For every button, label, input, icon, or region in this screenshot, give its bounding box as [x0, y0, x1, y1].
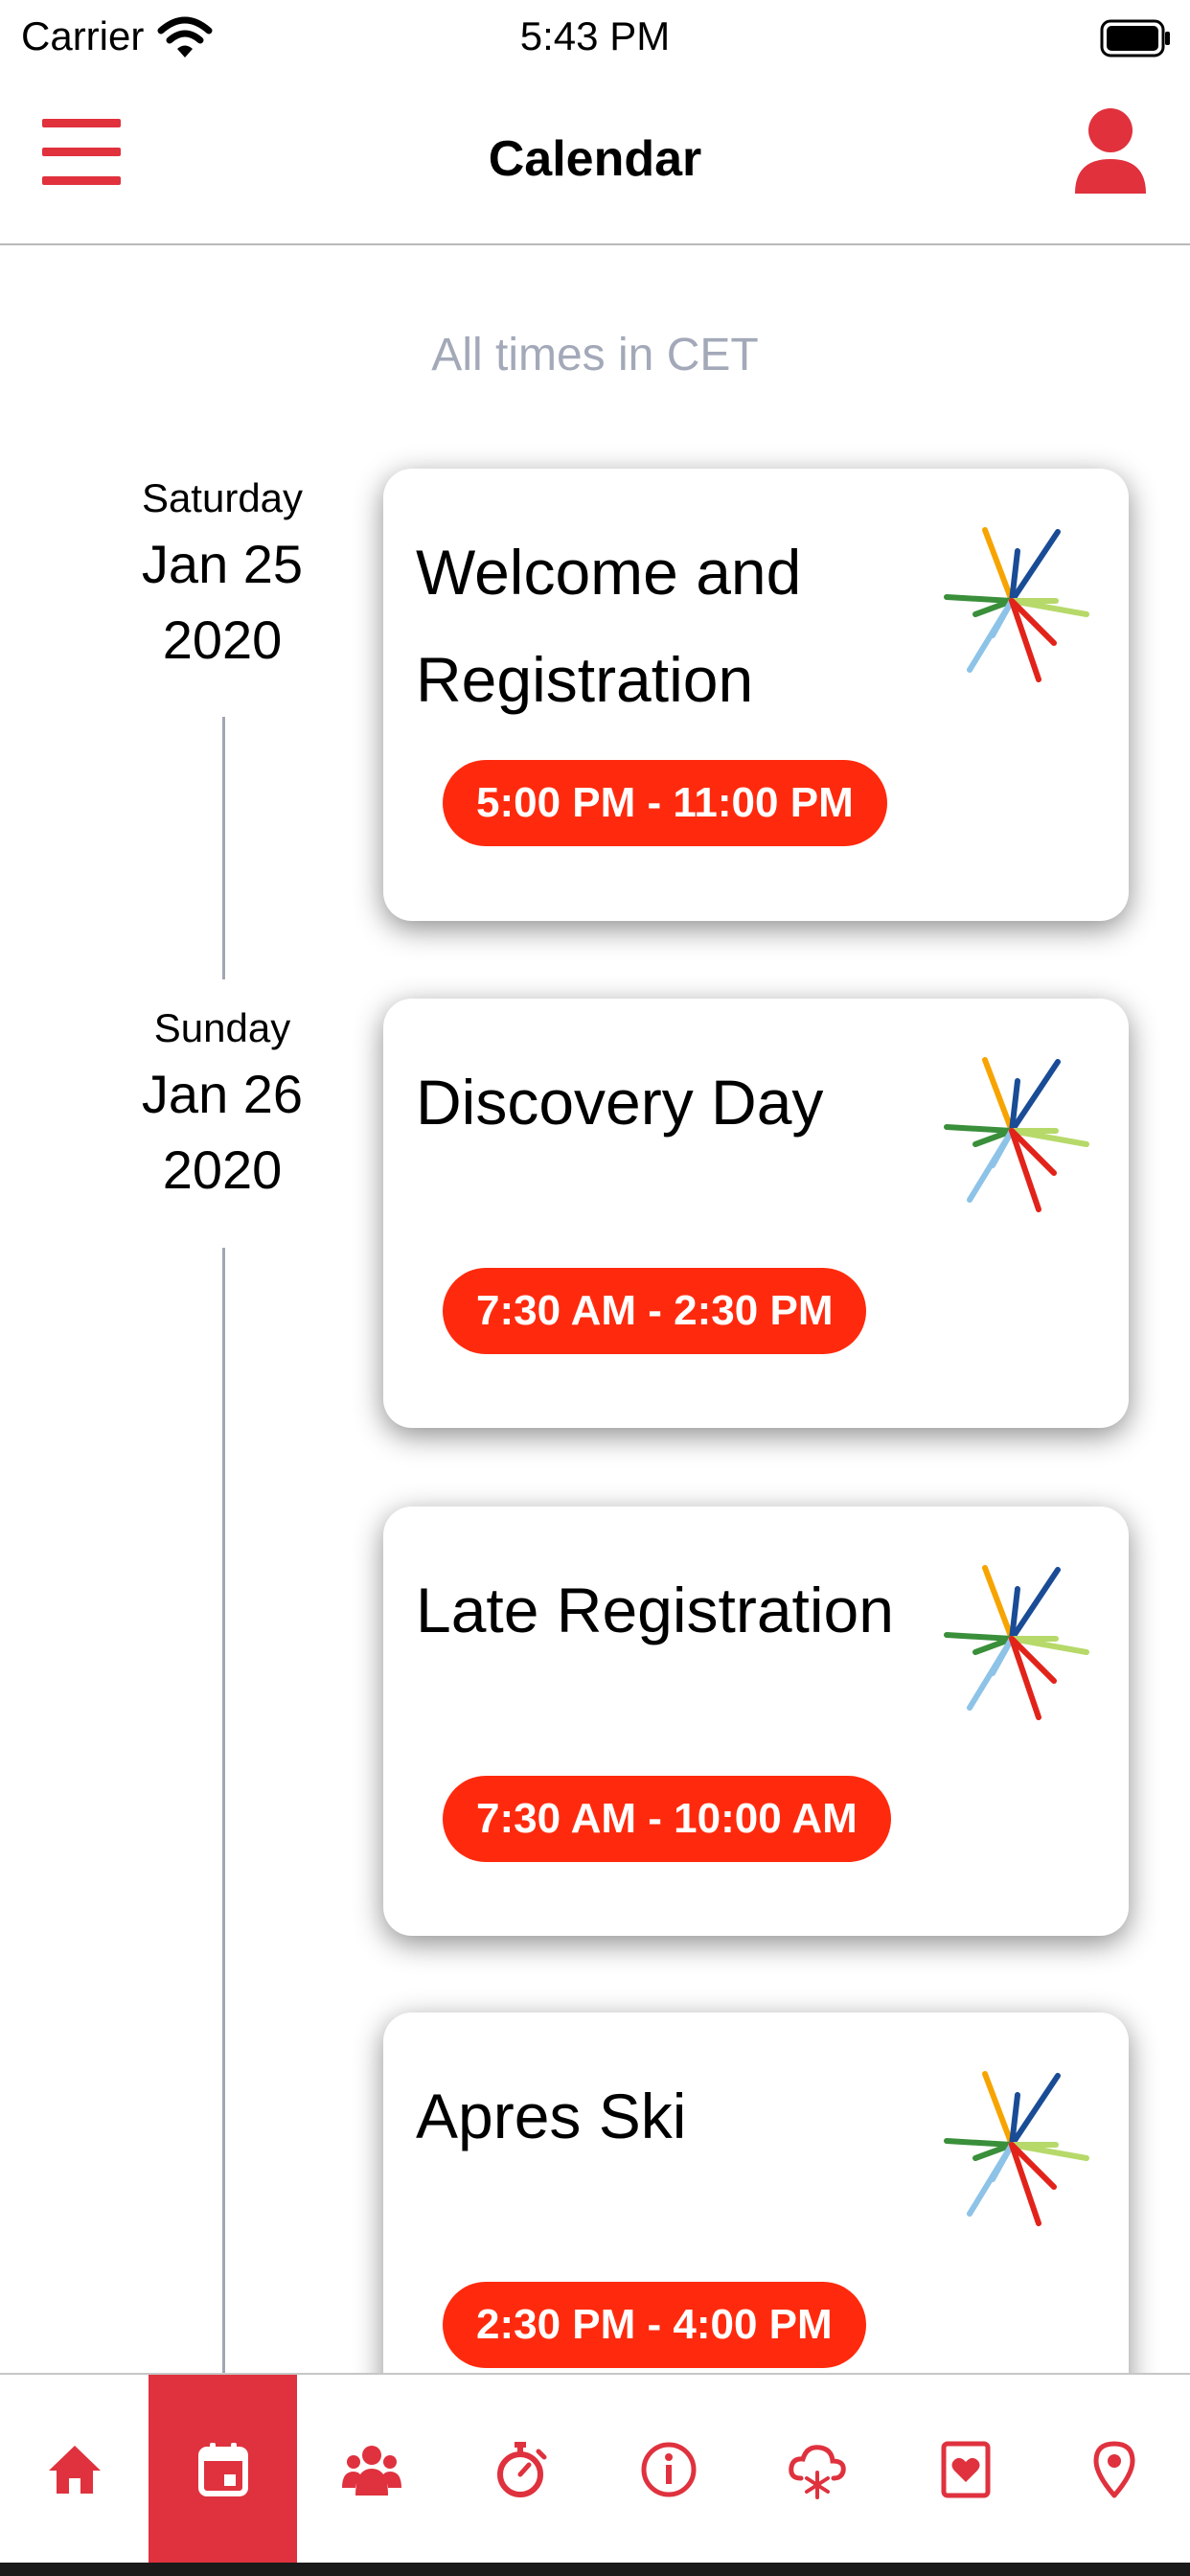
event-title: Discovery Day	[416, 1067, 824, 1138]
date-header: Sunday Jan 26 2020	[105, 1004, 339, 1204]
event-title: Late Registration	[416, 1575, 894, 1645]
event-time-badge: 5:00 PM - 11:00 PM	[443, 760, 887, 846]
snow-cloud-icon	[789, 2445, 846, 2499]
clock: 5:43 PM	[519, 13, 671, 58]
info-icon	[641, 2442, 697, 2497]
event-logo-icon	[941, 524, 1090, 687]
heart-card-icon	[941, 2441, 991, 2498]
event-title: Apres Ski	[416, 2081, 687, 2151]
tab-info[interactable]	[594, 2375, 743, 2564]
tab-timer[interactable]	[446, 2375, 594, 2564]
event-time-badge: 7:30 AM - 2:30 PM	[443, 1268, 867, 1354]
people-icon	[342, 2446, 401, 2496]
nav-bar: Calendar	[0, 80, 1190, 245]
date-year: 2020	[162, 610, 283, 670]
home-indicator	[0, 2563, 1190, 2576]
event-title: Welcome and Registration	[416, 537, 802, 715]
tab-bar	[0, 2373, 1190, 2564]
location-pin-icon	[1093, 2441, 1135, 2498]
tab-home[interactable]	[0, 2375, 149, 2564]
calendar-icon	[198, 2443, 248, 2496]
page-title: Calendar	[488, 131, 702, 187]
event-logo-icon	[941, 1054, 1090, 1217]
tab-favorites[interactable]	[891, 2375, 1040, 2564]
tab-location[interactable]	[1040, 2375, 1188, 2564]
stopwatch-icon	[497, 2442, 547, 2497]
profile-icon[interactable]	[1071, 107, 1150, 196]
timeline-line	[222, 1248, 225, 2373]
event-time-badge: 7:30 AM - 10:00 AM	[443, 1776, 891, 1862]
event-card[interactable]: Welcome and Registration 5:00 PM - 11:00…	[383, 469, 1129, 921]
timeline-line	[222, 717, 225, 979]
date-month-day: Jan 26	[141, 1064, 304, 1124]
event-logo-icon	[941, 1562, 1090, 1725]
date-weekday: Saturday	[141, 475, 304, 520]
tab-weather[interactable]	[743, 2375, 891, 2564]
date-weekday: Sunday	[153, 1005, 291, 1050]
tab-calendar[interactable]	[149, 2375, 297, 2564]
battery-icon	[1100, 19, 1170, 58]
timezone-note: All times in CET	[431, 330, 759, 380]
date-year: 2020	[162, 1139, 283, 1200]
event-card[interactable]: Late Registration 7:30 AM - 10:00 AM	[383, 1506, 1129, 1936]
event-time-badge: 2:30 PM - 4:00 PM	[443, 2282, 866, 2368]
event-logo-icon	[941, 2068, 1090, 2231]
status-bar: Carrier 5:43 PM	[0, 0, 1190, 80]
date-month-day: Jan 25	[141, 534, 304, 594]
tab-people[interactable]	[297, 2375, 446, 2564]
event-card[interactable]: Discovery Day 7:30 AM - 2:30 PM	[383, 999, 1129, 1428]
date-header: Saturday Jan 25 2020	[105, 474, 339, 674]
home-icon	[49, 2446, 101, 2494]
